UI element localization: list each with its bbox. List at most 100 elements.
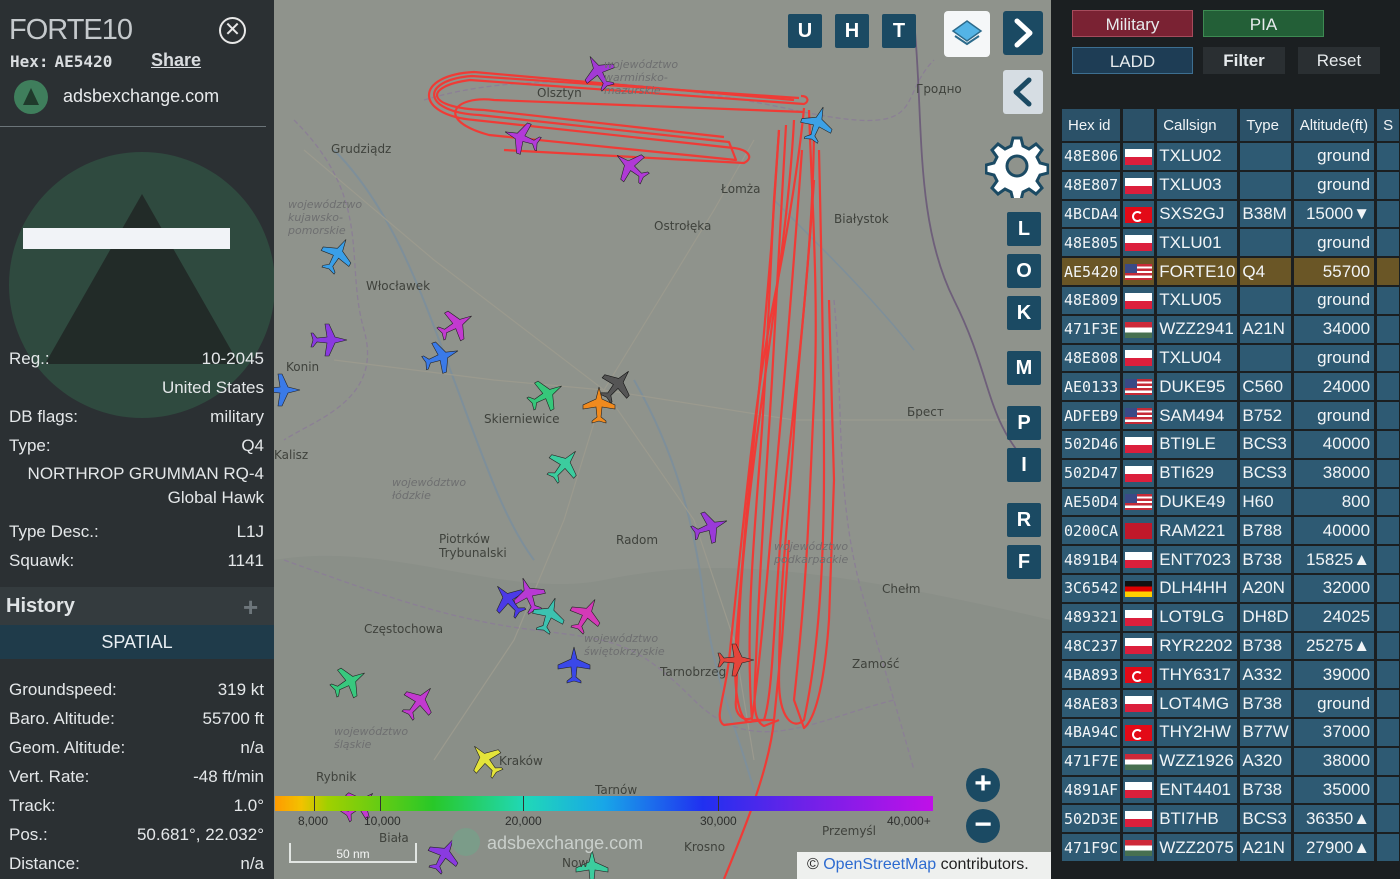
table-row[interactable]: 4891AF ENT4401 B738 35000: [1062, 776, 1400, 804]
speed-cell: [1377, 776, 1400, 804]
map-label-rybnik: Rybnik: [316, 770, 357, 784]
table-row[interactable]: 4891B4 ENT7023 B738 15825▲: [1062, 546, 1400, 573]
speed-cell: [1377, 517, 1400, 545]
expand-plus-icon[interactable]: +: [243, 592, 258, 623]
table-row[interactable]: 48E807 TXLU03 ground: [1062, 171, 1400, 199]
altitude-cell: 35000: [1293, 776, 1375, 804]
type-cell: B788: [1240, 517, 1291, 545]
table-row[interactable]: 48E808 TXLU04 ground: [1062, 344, 1400, 372]
hex-cell: 0200CA: [1062, 517, 1121, 545]
map-label-region: województwo podkarpackie: [774, 540, 849, 566]
flag-cell: [1123, 143, 1155, 170]
info-value: military: [210, 407, 264, 426]
t-button[interactable]: T: [882, 14, 916, 48]
hex-cell: 471F7E: [1062, 747, 1121, 775]
table-row[interactable]: 48AE83 LOT4MG B738 ground: [1062, 690, 1400, 717]
military-filter-button[interactable]: Military: [1072, 10, 1193, 37]
hex-cell: 48AE83: [1062, 690, 1121, 717]
info-key: Baro. Altitude:: [9, 709, 115, 728]
altitude-cell: 800: [1293, 488, 1375, 516]
column-header-speed[interactable]: S: [1377, 109, 1400, 141]
map-label-wloclawek: Włocławek: [366, 279, 431, 293]
table-row[interactable]: 4BCDA4 SXS2GJ B38M 15000▼: [1062, 200, 1400, 228]
ladd-filter-button[interactable]: LADD: [1072, 47, 1193, 74]
callsign-cell: BTI9LE: [1157, 430, 1238, 458]
type-cell: A320: [1240, 747, 1291, 775]
table-row[interactable]: 471F3E WZZ2941 A21N 34000: [1062, 315, 1400, 343]
table-row[interactable]: 502D46 BTI9LE BCS3 40000: [1062, 430, 1400, 458]
openstreetmap-link[interactable]: OpenStreetMap: [823, 856, 936, 873]
column-header-callsign[interactable]: Callsign: [1157, 109, 1238, 141]
table-row[interactable]: 502D47 BTI629 BCS3 38000: [1062, 459, 1400, 487]
reset-button[interactable]: Reset: [1298, 47, 1380, 74]
k-button[interactable]: K: [1007, 296, 1041, 330]
h-button[interactable]: H: [835, 14, 869, 48]
table-row[interactable]: AE0133 DUKE95 C560 24000: [1062, 373, 1400, 401]
p-button[interactable]: P: [1007, 406, 1041, 440]
m-button[interactable]: M: [1007, 351, 1041, 385]
layers-button[interactable]: [944, 11, 990, 57]
type-cell: A20N: [1240, 574, 1291, 602]
column-header-hex[interactable]: Hex id: [1062, 109, 1121, 141]
u-button[interactable]: U: [788, 14, 822, 48]
table-row[interactable]: 471F9C WZZ2075 A21N 27900▲: [1062, 834, 1400, 861]
table-row[interactable]: 48E805 TXLU01 ground: [1062, 229, 1400, 257]
callsign-cell: BTI629: [1157, 459, 1238, 487]
altitude-cell: ground: [1293, 286, 1375, 314]
altitude-cell: 39000: [1293, 661, 1375, 689]
table-row[interactable]: 4BA94C THY2HW B77W 37000: [1062, 718, 1400, 746]
type-cell: B738: [1240, 632, 1291, 660]
callsign-cell: LOT4MG: [1157, 690, 1238, 717]
chevron-right-icon: [1014, 18, 1033, 48]
altitude-cell: 24025: [1293, 603, 1375, 631]
map-view[interactable]: Olsztyn województwo warmińsko-mazurskie …: [274, 0, 1051, 879]
table-row[interactable]: 48E806 TXLU02 ground: [1062, 143, 1400, 170]
type-cell: A21N: [1240, 315, 1291, 343]
table-row[interactable]: 48C237 RYR2202 B738 25275▲: [1062, 632, 1400, 660]
type-cell: [1240, 171, 1291, 199]
table-row[interactable]: 471F7E WZZ1926 A320 38000: [1062, 747, 1400, 775]
source-site-link[interactable]: adsbexchange.com: [63, 86, 219, 107]
callsign-cell: DLH4HH: [1157, 574, 1238, 602]
table-row[interactable]: ADFEB9 SAM494 B752 ground: [1062, 402, 1400, 429]
l-button[interactable]: L: [1007, 212, 1041, 246]
o-button[interactable]: O: [1007, 254, 1041, 288]
hex-value: AE5420: [54, 52, 113, 71]
settings-button[interactable]: [984, 134, 1050, 202]
filter-button[interactable]: Filter: [1203, 47, 1285, 74]
close-icon[interactable]: ✕: [219, 17, 246, 44]
info-key: Pos.:: [9, 825, 48, 844]
table-row[interactable]: 3C6542 DLH4HH A20N 32000: [1062, 574, 1400, 602]
table-row[interactable]: 0200CA RAM221 B788 40000: [1062, 517, 1400, 545]
type-cell: BCS3: [1240, 459, 1291, 487]
attribution-prefix: ©: [807, 856, 824, 873]
column-header-flag[interactable]: [1123, 109, 1155, 141]
share-link[interactable]: Share: [151, 50, 201, 71]
history-section-header[interactable]: History +: [0, 587, 274, 625]
speed-cell: [1377, 834, 1400, 861]
table-row[interactable]: 48E809 TXLU05 ground: [1062, 286, 1400, 314]
info-value: n/a: [240, 854, 264, 873]
expand-right-button[interactable]: [1003, 11, 1043, 55]
callsign-cell: LOT9LG: [1157, 603, 1238, 631]
type-cell: A21N: [1240, 834, 1291, 861]
table-row[interactable]: 502D3E BTI7HB BCS3 36350▲: [1062, 805, 1400, 833]
column-header-type[interactable]: Type: [1240, 109, 1291, 141]
table-row[interactable]: 489321 LOT9LG DH8D 24025: [1062, 603, 1400, 631]
hex-cell: 489321: [1062, 603, 1121, 631]
collapse-left-button[interactable]: [1003, 70, 1043, 114]
zoom-in-button[interactable]: +: [966, 768, 1000, 802]
zoom-out-button[interactable]: −: [966, 809, 1000, 843]
pia-filter-button[interactable]: PIA: [1203, 10, 1324, 37]
f-button[interactable]: F: [1007, 545, 1041, 579]
flag-cell: [1123, 661, 1155, 689]
i-button[interactable]: I: [1007, 448, 1041, 482]
country-flag-icon: [1125, 724, 1153, 741]
hex-cell: 48E805: [1062, 229, 1121, 257]
column-header-altitude[interactable]: Altitude(ft): [1293, 109, 1375, 141]
table-row[interactable]: AE50D4 DUKE49 H60 800: [1062, 488, 1400, 516]
table-row[interactable]: 4BA893 THY6317 A332 39000: [1062, 661, 1400, 689]
r-button[interactable]: R: [1007, 503, 1041, 537]
table-row[interactable]: AE5420 FORTE10 Q4 55700: [1062, 258, 1400, 285]
spatial-section-tab[interactable]: SPATIAL: [0, 625, 274, 659]
